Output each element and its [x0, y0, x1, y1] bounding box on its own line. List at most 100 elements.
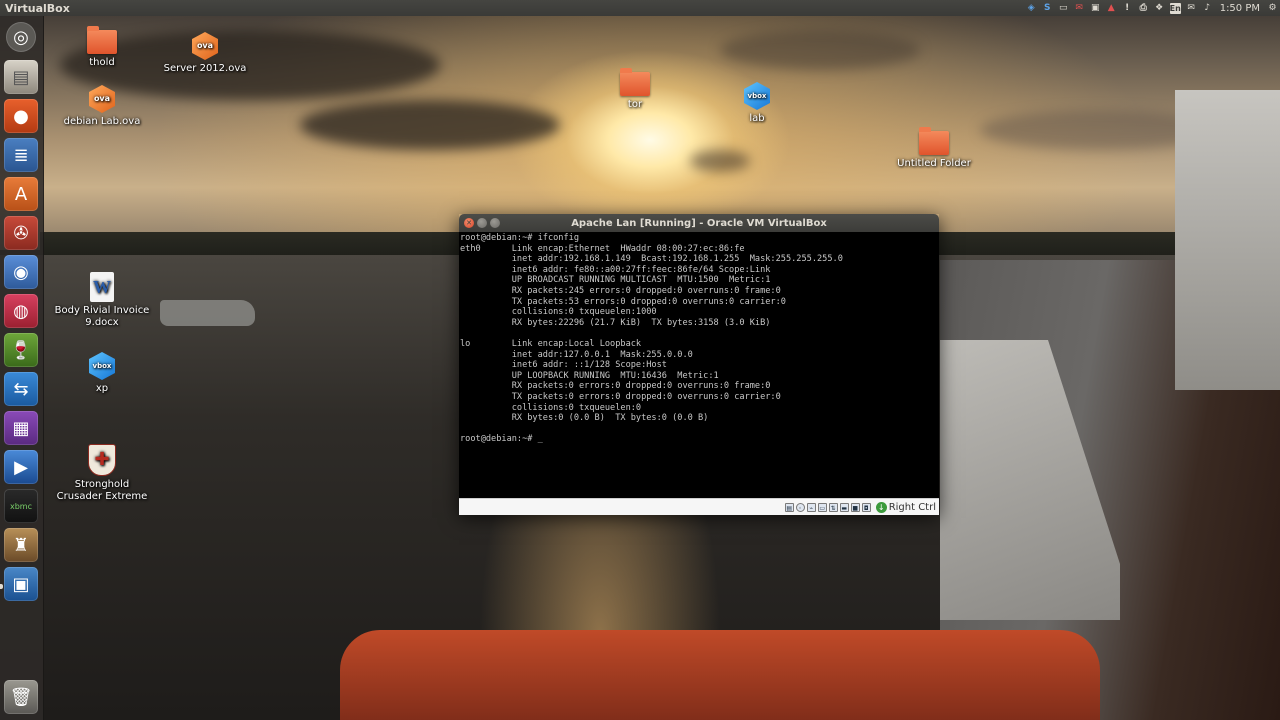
desktop-icon-lab[interactable]: vbox lab — [707, 82, 807, 125]
desktop-icon-stronghold[interactable]: ✚ Stronghold Crusader Extreme — [52, 444, 152, 503]
desktop-icon-label: tor — [627, 99, 643, 110]
error-icon[interactable]: ▲ — [1106, 3, 1117, 14]
desktop-icon-xp[interactable]: vbox xp — [52, 352, 152, 395]
printer-icon[interactable]: ⎙ — [1138, 3, 1149, 14]
firefox-icon: ● — [13, 105, 29, 127]
minimize-button[interactable] — [477, 218, 487, 228]
vm-console[interactable]: root@debian:~# ifconfig eth0 Link encap:E… — [459, 232, 939, 498]
desktop-icon-thold[interactable]: thold — [52, 26, 152, 69]
clock[interactable]: 1:50 PM — [1218, 3, 1262, 14]
shared-folders-icon[interactable]: ▭ — [817, 502, 827, 512]
window-title: Apache Lan [Running] - Oracle VM Virtual… — [571, 217, 827, 229]
virtualbox-launcher[interactable]: ▣ — [4, 567, 38, 601]
terminal-line: RX bytes:0 (0.0 B) TX bytes:0 (0.0 B) — [460, 413, 709, 424]
teamviewer-launcher[interactable]: ⇆ — [4, 372, 38, 406]
desktop-icon-invoice-docx[interactable]: W Body Rivial Invoice 9.docx — [52, 272, 152, 329]
terminal-line: collisions:0 txqueuelen:1000 — [460, 307, 657, 318]
terminal-line: inet addr:127.0.0.1 Mask:255.0.0.0 — [460, 349, 693, 360]
desktop-icon-label: debian Lab.ova — [63, 116, 141, 127]
files-launcher[interactable]: ▤ — [4, 60, 38, 94]
terminal-line: inet6 addr: fe80::a00:27ff:feec:86fe/64 … — [460, 264, 771, 275]
launcher: ◎ ▤ ● ≣ A ✇ ◉ ◍ 🍷 ⇆ ▦ ▶ xbmc ♜ ▣ 🗑 — [0, 16, 44, 720]
terminal-line: TX packets:0 errors:0 dropped:0 overruns… — [460, 391, 781, 402]
terminal-line: RX packets:0 errors:0 dropped:0 overruns… — [460, 381, 771, 392]
firefox-launcher[interactable]: ● — [4, 99, 38, 133]
mail-icon[interactable]: ✉ — [1186, 3, 1197, 14]
play-icon: ▶ — [14, 456, 28, 478]
video-editor-launcher[interactable]: ▦ — [4, 411, 38, 445]
terminal-line: lo Link encap:Local Loopback — [460, 338, 642, 349]
desktop-icon-debian-ova[interactable]: ova debian Lab.ova — [52, 85, 152, 128]
maximize-button[interactable] — [490, 218, 500, 228]
window-titlebar[interactable]: ✕ Apache Lan [Running] - Oracle VM Virtu… — [459, 214, 939, 232]
dash-home-button[interactable]: ◎ — [6, 22, 36, 52]
skype-icon[interactable]: S — [1042, 3, 1053, 14]
virtualbox-window: ✕ Apache Lan [Running] - Oracle VM Virtu… — [459, 214, 939, 515]
desktop-icon-tor[interactable]: tor — [585, 68, 685, 111]
boat — [160, 300, 255, 326]
ship-superstructure — [1175, 90, 1280, 390]
terminal-line: inet6 addr: ::1/128 Scope:Host — [460, 360, 667, 371]
folder-icon — [620, 68, 650, 96]
system-settings-launcher[interactable]: ✇ — [4, 216, 38, 250]
vbox-machine-icon: vbox — [744, 82, 770, 110]
vbox-badge: vbox — [747, 92, 767, 100]
terminal-line: RX bytes:22296 (21.7 KiB) TX bytes:3158 … — [460, 317, 771, 328]
window-controls: ✕ — [464, 218, 500, 228]
chromium-launcher[interactable]: ◉ — [4, 255, 38, 289]
ova-package-icon: ova — [192, 32, 218, 60]
media-player-launcher[interactable]: ▶ — [4, 450, 38, 484]
close-icon: ✕ — [466, 219, 472, 227]
running-indicator — [0, 584, 3, 589]
mail-alert-icon[interactable]: ✉ — [1074, 3, 1085, 14]
file-cabinet-icon: ▤ — [12, 66, 30, 88]
trash-icon: 🗑 — [9, 686, 33, 708]
shopping-bag-icon: A — [14, 183, 28, 205]
dropbox-icon[interactable]: ❖ — [1154, 3, 1165, 14]
disc-burner-launcher[interactable]: ◍ — [4, 294, 38, 328]
trash-launcher[interactable]: 🗑 — [4, 680, 38, 714]
cloud — [300, 100, 560, 150]
keyboard-layout-indicator[interactable]: En — [1170, 2, 1181, 14]
desktop-icon-label: Body Rivial Invoice 9.docx — [54, 305, 150, 328]
gear-icon[interactable]: ⚙ — [1267, 3, 1278, 14]
ova-badge: ova — [196, 41, 214, 50]
terminal-line: UP BROADCAST RUNNING MULTICAST MTU:1500 … — [460, 275, 771, 286]
terminal-line: inet addr:192.168.1.149 Bcast:192.168.1.… — [460, 254, 843, 265]
lifeboat — [340, 630, 1100, 720]
hard-disk-icon[interactable]: ▤ — [784, 502, 794, 512]
host-key-indicator[interactable]: ↓ Right Ctrl — [873, 501, 936, 513]
writer-launcher[interactable]: ≣ — [4, 138, 38, 172]
mouse-integration-icon[interactable]: ◘ — [861, 502, 871, 512]
terminal-line: UP LOOPBACK RUNNING MTU:16436 Metric:1 — [460, 370, 719, 381]
vbox-machine-icon: vbox — [89, 352, 115, 380]
ova-badge: ova — [93, 94, 111, 103]
terminal-line: RX packets:245 errors:0 dropped:0 overru… — [460, 285, 781, 296]
xbmc-launcher[interactable]: xbmc — [4, 489, 38, 523]
desktop-icon-untitled-folder[interactable]: Untitled Folder — [884, 127, 984, 170]
warning-icon[interactable]: ! — [1122, 3, 1133, 14]
game-launcher[interactable]: ♜ — [4, 528, 38, 562]
desktop-icon-label: thold — [89, 57, 115, 68]
cloud — [720, 30, 920, 70]
wine-glass-icon: 🍷 — [9, 339, 33, 361]
volume-icon[interactable]: ♪ — [1202, 3, 1213, 14]
desktop-icon-server-ova[interactable]: ova Server 2012.ova — [155, 32, 255, 75]
usb-icon[interactable]: ⌁ — [806, 502, 816, 512]
video-icon[interactable]: ▭ — [1058, 3, 1069, 14]
display-icon[interactable]: ▬ — [839, 502, 849, 512]
vm-status-bar: ▤ ◦ ⌁ ▭ ⇅ ▬ ■ ◘ ↓ Right Ctrl — [459, 498, 939, 515]
terminal-line: TX packets:53 errors:0 dropped:0 overrun… — [460, 296, 786, 307]
game-icon: ♜ — [12, 534, 30, 556]
software-center-launcher[interactable]: A — [4, 177, 38, 211]
playonlinux-launcher[interactable]: 🍷 — [4, 333, 38, 367]
stronghold-shield-icon: ✚ — [88, 444, 116, 476]
video-capture-icon[interactable]: ■ — [850, 502, 860, 512]
optical-drive-icon[interactable]: ◦ — [795, 502, 805, 512]
terminal-line: root@debian:~# _ — [460, 434, 543, 445]
network-icon[interactable]: ⇅ — [828, 502, 838, 512]
window-icon[interactable]: ▣ — [1090, 3, 1101, 14]
virtualbox-tray-icon[interactable]: ◈ — [1026, 3, 1037, 14]
close-button[interactable]: ✕ — [464, 218, 474, 228]
